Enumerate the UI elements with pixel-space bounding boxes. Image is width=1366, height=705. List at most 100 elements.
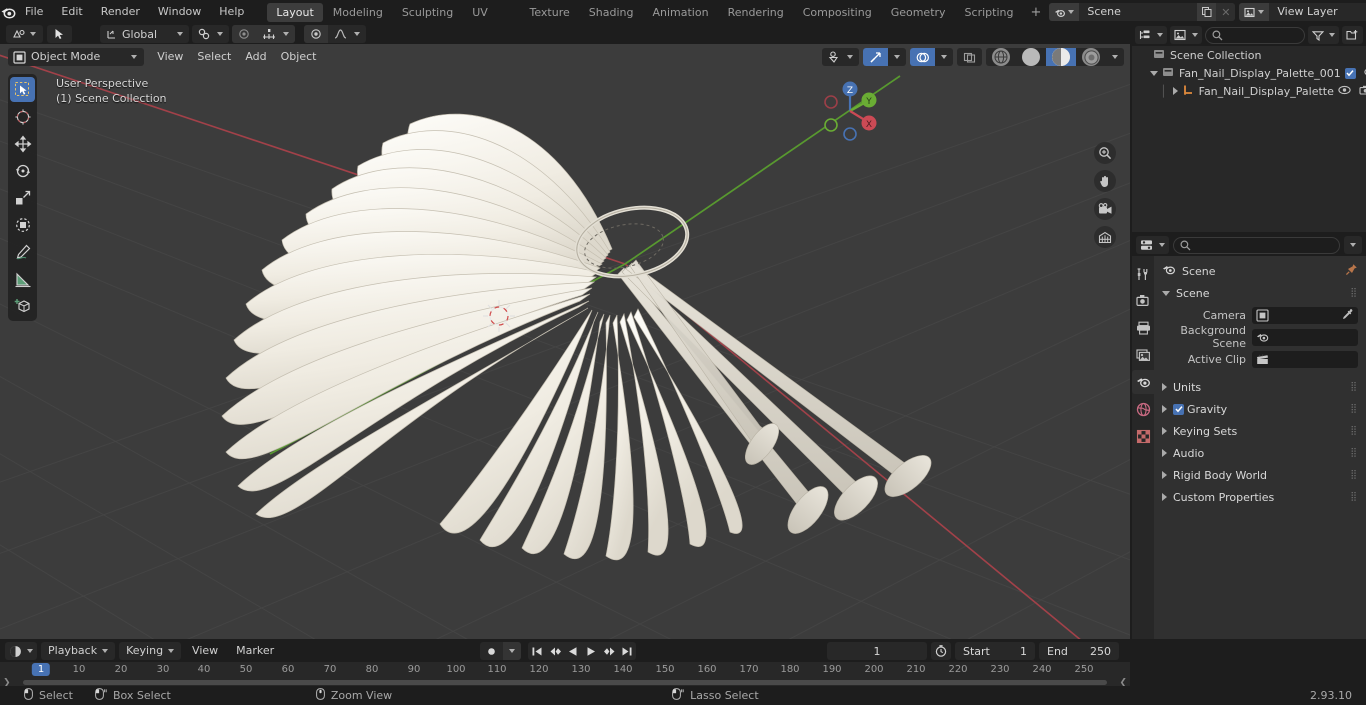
timeline-menu-marker[interactable]: Marker bbox=[229, 642, 281, 660]
properties-editor-type-icon[interactable] bbox=[1136, 236, 1169, 254]
disclosure-triangle-collapsed[interactable] bbox=[1172, 87, 1178, 95]
panel-rigid-body-world[interactable]: Rigid Body World ⣿ bbox=[1154, 464, 1366, 486]
properties-tab-view-layer[interactable] bbox=[1132, 343, 1154, 367]
transform-orientation-group[interactable]: Global bbox=[100, 25, 190, 43]
disclosure-triangle-collapsed[interactable] bbox=[1162, 449, 1167, 457]
solid-shading-button[interactable] bbox=[1016, 48, 1046, 66]
object-visibility-icon[interactable] bbox=[822, 48, 859, 66]
gizmo-group[interactable] bbox=[863, 48, 906, 66]
disclosure-triangle-collapsed[interactable] bbox=[1162, 427, 1167, 435]
panel-keying-sets[interactable]: Keying Sets ⣿ bbox=[1154, 420, 1366, 442]
outliner-search-input[interactable] bbox=[1205, 26, 1305, 44]
disclosure-triangle-collapsed[interactable] bbox=[1162, 471, 1167, 479]
annotate-tool-icon[interactable] bbox=[10, 239, 35, 264]
proportional-extra-group[interactable] bbox=[304, 25, 367, 43]
workspace-tab-shading[interactable]: Shading bbox=[580, 3, 643, 22]
menu-edit[interactable]: Edit bbox=[52, 0, 91, 24]
transform-orientation-button[interactable]: Global bbox=[100, 25, 189, 43]
timeline-horizontal-scrollbar[interactable] bbox=[22, 680, 1108, 685]
disclosure-triangle-expanded[interactable] bbox=[1150, 70, 1158, 76]
eyedropper-icon[interactable] bbox=[1342, 308, 1354, 323]
scene-icon[interactable] bbox=[1049, 3, 1080, 21]
properties-options-chevron[interactable] bbox=[1344, 236, 1362, 254]
menu-help[interactable]: Help bbox=[210, 0, 253, 24]
panel-drag-handle[interactable]: ⣿ bbox=[1350, 426, 1358, 436]
workspace-tab-uv-editing[interactable]: UV Editing bbox=[463, 3, 519, 38]
workspace-tab-animation[interactable]: Animation bbox=[643, 3, 717, 22]
disclosure-triangle-collapsed[interactable] bbox=[1162, 383, 1167, 391]
panel-gravity[interactable]: Gravity ⣿ bbox=[1154, 398, 1366, 420]
outliner-editor-type-icon[interactable] bbox=[1135, 26, 1167, 44]
play-button[interactable] bbox=[582, 642, 600, 660]
workspace-tab-layout[interactable]: Layout bbox=[267, 2, 323, 22]
camera-field[interactable] bbox=[1252, 306, 1358, 324]
active-clip-field[interactable] bbox=[1252, 350, 1358, 368]
playback-dropdown[interactable]: Playback bbox=[41, 642, 116, 660]
camera-view-icon[interactable] bbox=[1094, 198, 1116, 220]
properties-tab-output[interactable] bbox=[1132, 316, 1154, 340]
transform-tool-icon[interactable] bbox=[10, 212, 35, 237]
panel-drag-handle[interactable]: ⣿ bbox=[1350, 288, 1358, 298]
properties-editor[interactable]: Scene Scene ⣿ Camera Background Scene Ac… bbox=[1132, 234, 1366, 639]
keying-dropdown[interactable]: Keying bbox=[119, 642, 182, 660]
viewport-menu-view[interactable]: View bbox=[150, 48, 190, 66]
panel-audio[interactable]: Audio ⣿ bbox=[1154, 442, 1366, 464]
snap-group[interactable] bbox=[192, 25, 230, 43]
scene-selector[interactable]: Scene ✕ bbox=[1049, 3, 1236, 21]
background-scene-field[interactable] bbox=[1252, 328, 1358, 346]
scale-tool-icon[interactable] bbox=[10, 185, 35, 210]
rotate-tool-icon[interactable] bbox=[10, 158, 35, 183]
start-frame-field[interactable]: Start 1 bbox=[955, 642, 1035, 660]
outliner-row-collection-001[interactable]: Fan_Nail_Display_Palette_001 bbox=[1132, 64, 1366, 82]
panel-drag-handle[interactable]: ⣿ bbox=[1350, 492, 1358, 502]
gravity-checkbox[interactable] bbox=[1173, 403, 1184, 415]
properties-tab-texture[interactable] bbox=[1132, 424, 1154, 448]
outliner-display-mode-icon[interactable] bbox=[1170, 26, 1202, 44]
workspace-tab-sculpting[interactable]: Sculpting bbox=[393, 3, 462, 22]
properties-tab-tool[interactable] bbox=[1132, 262, 1154, 286]
falloff-curve-icon[interactable] bbox=[328, 25, 366, 43]
view-layer-selector[interactable]: View Layer ✕ bbox=[1239, 3, 1366, 21]
panel-units[interactable]: Units ⣿ bbox=[1154, 376, 1366, 398]
shading-modes-group[interactable] bbox=[986, 48, 1124, 66]
material-preview-shading-button[interactable] bbox=[1046, 48, 1076, 66]
menu-file[interactable]: File bbox=[16, 0, 52, 24]
show-overlays-icon[interactable] bbox=[910, 48, 935, 66]
timeline-playhead[interactable]: 1 bbox=[31, 663, 51, 676]
object-types-visibility-group[interactable] bbox=[822, 48, 859, 66]
scene-copy-button[interactable] bbox=[1197, 3, 1217, 21]
disclosure-triangle-expanded[interactable] bbox=[1162, 290, 1170, 296]
outliner-tree[interactable]: Scene Collection Fan_Nail_Display_Palett… bbox=[1132, 46, 1366, 100]
visibility-eye-icon[interactable] bbox=[1338, 85, 1351, 98]
jump-to-end-button[interactable] bbox=[618, 642, 636, 660]
viewport-menu-select[interactable]: Select bbox=[190, 48, 238, 66]
interaction-mode-selector[interactable]: Object Mode bbox=[8, 48, 145, 66]
workspace-tab-texture-paint[interactable]: Texture Paint bbox=[521, 3, 579, 38]
scene-name[interactable]: Scene bbox=[1079, 3, 1198, 21]
current-frame-field[interactable]: 1 bbox=[827, 642, 927, 660]
workspace-tab-rendering[interactable]: Rendering bbox=[719, 3, 793, 22]
wireframe-shading-button[interactable] bbox=[986, 48, 1016, 66]
outliner-row-mesh-object[interactable]: │ Fan_Nail_Display_Palette bbox=[1132, 82, 1366, 100]
use-preview-range-icon[interactable] bbox=[931, 642, 951, 660]
move-tool-icon[interactable] bbox=[10, 131, 35, 156]
scene-close-icon[interactable]: ✕ bbox=[1216, 3, 1236, 21]
panel-drag-handle[interactable]: ⣿ bbox=[1350, 382, 1358, 392]
shading-options-chevron[interactable] bbox=[1106, 48, 1124, 66]
workspace-tab-geometry-nodes[interactable]: Geometry Nodes bbox=[882, 3, 955, 38]
auto-keying-group[interactable] bbox=[480, 642, 521, 660]
viewport-menu-object[interactable]: Object bbox=[274, 48, 324, 66]
previous-keyframe-button[interactable] bbox=[546, 642, 564, 660]
disclosure-triangle-collapsed[interactable] bbox=[1162, 493, 1167, 501]
active-tool-icon[interactable] bbox=[47, 25, 72, 43]
disclosure-triangle-collapsed[interactable] bbox=[1162, 405, 1167, 413]
outliner-editor[interactable]: Scene Collection Fan_Nail_Display_Palett… bbox=[1132, 24, 1366, 232]
timeline-menu-view[interactable]: View bbox=[185, 642, 225, 660]
viewport-canvas[interactable] bbox=[0, 24, 1130, 639]
3d-viewport[interactable]: Global Object Mode View Select Add Objec… bbox=[0, 24, 1130, 639]
properties-scene-section-header[interactable]: Scene ⣿ bbox=[1154, 282, 1366, 304]
pin-icon[interactable] bbox=[1345, 263, 1358, 279]
editor-type-selector[interactable] bbox=[6, 25, 43, 43]
view-layer-name[interactable]: View Layer bbox=[1269, 3, 1366, 21]
workspace-tab-modeling[interactable]: Modeling bbox=[324, 3, 392, 22]
